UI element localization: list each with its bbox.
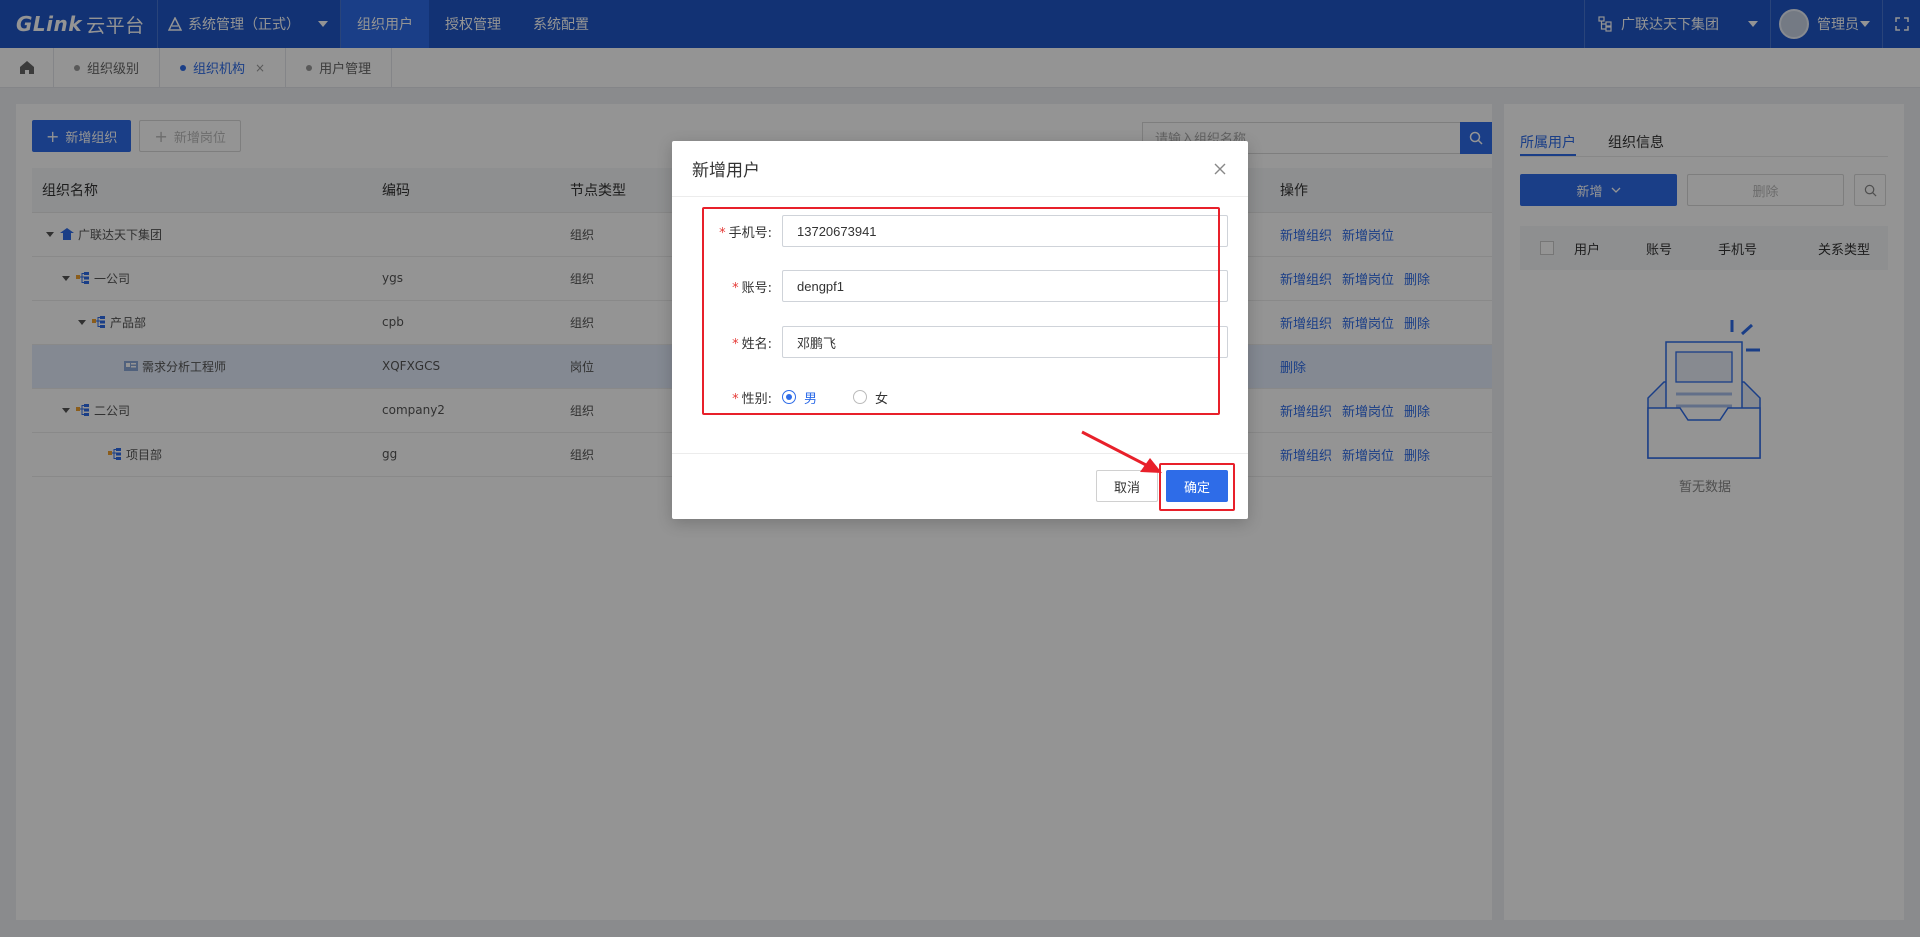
close-icon[interactable] [1210,159,1230,179]
dialog-title: 新增用户 [692,161,760,181]
annotation-ok-box [1159,463,1235,511]
dialog-header: 新增用户 [672,141,1248,197]
annotation-arrow-icon [1081,430,1162,473]
annotation-form-box [702,207,1220,415]
